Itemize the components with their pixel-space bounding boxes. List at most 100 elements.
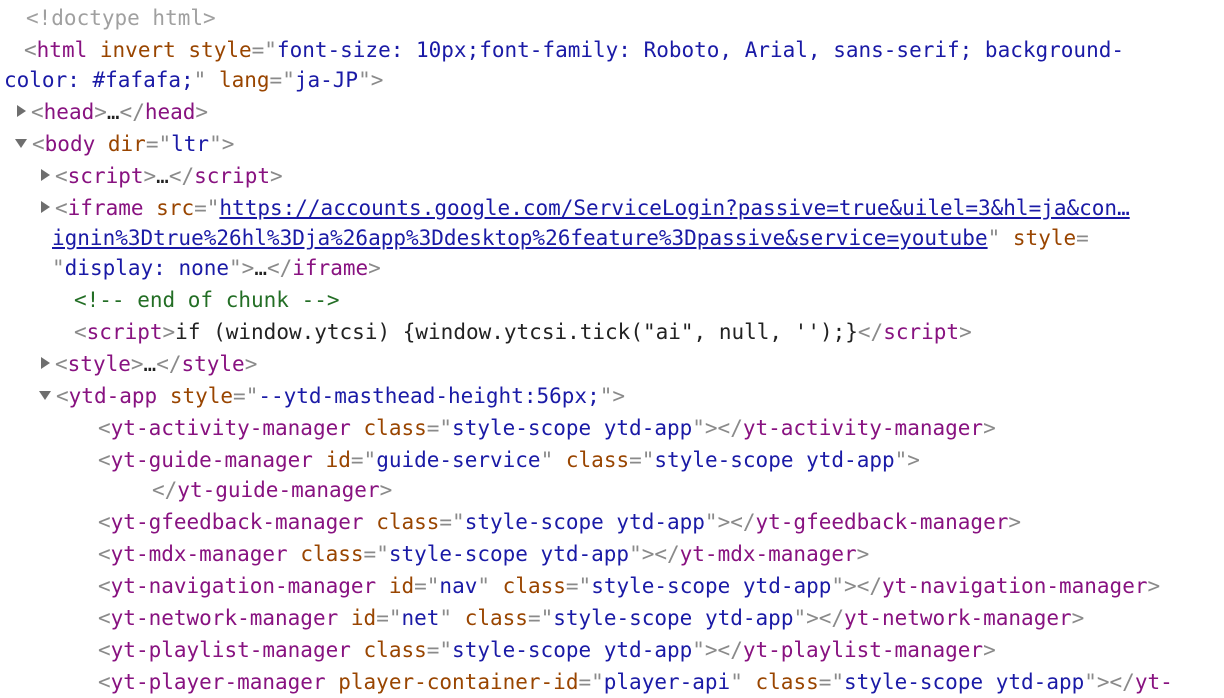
expand-triangle-down-icon[interactable] <box>39 390 51 400</box>
dom-node-row[interactable]: <yt-mdx-manager class="style-scope ytd-a… <box>98 538 869 570</box>
punctuation: " <box>987 226 1001 250</box>
text-content <box>452 606 465 630</box>
tag-name: yt-mdx-manager <box>110 542 288 566</box>
punctuation: > <box>195 100 209 124</box>
punctuation: > <box>983 416 996 440</box>
dom-node-row[interactable]: <script>if (window.ytcsi) {window.ytcsi.… <box>74 316 972 348</box>
punctuation: > <box>130 352 144 376</box>
punctuation: < <box>98 574 111 598</box>
punctuation: </ <box>152 478 178 502</box>
tag-name: yt-mdx-manager <box>679 542 857 566</box>
punctuation: " <box>477 574 491 598</box>
text-content <box>364 510 377 534</box>
dom-node-row[interactable]: color: #fafafa;" lang="ja-JP"> <box>4 64 383 96</box>
attribute-value: style-scope ytd-app <box>553 606 794 630</box>
punctuation: > <box>244 352 258 376</box>
punctuation: " <box>730 670 743 694</box>
collapse-triangle-right-icon[interactable] <box>41 201 50 213</box>
tag-name: yt-navigation-manager <box>881 574 1148 598</box>
tag-name: style <box>181 352 245 376</box>
dom-node-row[interactable]: <yt-guide-manager id="guide-service" cla… <box>98 444 920 476</box>
dom-node-row[interactable]: <html invert style="font-size: 10px;font… <box>24 34 1124 66</box>
punctuation: </ <box>168 164 195 188</box>
dom-node-row[interactable]: <style>…</style> <box>41 348 257 380</box>
dom-node-row[interactable]: <ytd-app style="--ytd-masthead-height:56… <box>39 380 625 412</box>
punctuation: < <box>98 542 111 566</box>
attribute-value: player-api <box>603 670 731 694</box>
dom-node-row[interactable]: ignin%3Dtrue%26hl%3Dja%26app%3Ddesktop%2… <box>52 222 1089 254</box>
punctuation: =" <box>565 574 592 598</box>
attribute-value: style-scope ytd-app <box>464 510 705 534</box>
tag-name: yt-activity-manager <box>742 416 984 440</box>
attribute-name: lang <box>218 68 270 92</box>
tag-name: iframe <box>67 196 144 220</box>
punctuation: </ <box>156 352 182 376</box>
text-content: … <box>254 256 267 280</box>
attribute-value: display: none <box>64 256 230 280</box>
attribute-value: style-scope ytd-app <box>388 542 630 566</box>
dom-node-row[interactable]: <yt-activity-manager class="style-scope … <box>98 412 996 444</box>
doctype: <!doctype html> <box>26 6 216 30</box>
dom-node-row[interactable]: <body dir="ltr"> <box>15 128 234 160</box>
dom-node-row[interactable]: <yt-player-manager player-container-id="… <box>98 666 1173 698</box>
dom-node-row[interactable]: </yt-guide-manager> <box>152 474 392 506</box>
punctuation: = <box>1076 226 1089 250</box>
punctuation: " <box>439 606 453 630</box>
dom-node-row[interactable]: <yt-network-manager id="net" class="styl… <box>98 602 1084 634</box>
dom-node-row[interactable]: <yt-playlist-manager class="style-scope … <box>98 634 996 666</box>
punctuation: > <box>959 320 972 344</box>
punctuation: " <box>193 68 207 92</box>
punctuation: " <box>52 256 65 280</box>
dom-node-row[interactable]: <head>…</head> <box>17 96 208 128</box>
text-content <box>157 384 170 408</box>
punctuation: "></ <box>629 542 680 566</box>
punctuation: =" <box>426 416 453 440</box>
text-content <box>338 606 351 630</box>
url-link[interactable]: https://accounts.google.com/ServiceLogin… <box>219 196 1129 220</box>
tag-name: yt-gfeedback-manager <box>110 510 364 534</box>
collapse-triangle-right-icon[interactable] <box>41 357 50 369</box>
punctuation: > <box>94 100 107 124</box>
dom-node-row[interactable]: <!-- end of chunk --> <box>74 284 340 316</box>
punctuation: < <box>55 352 68 376</box>
punctuation: < <box>98 448 111 472</box>
punctuation: =" <box>578 670 604 694</box>
text-content <box>351 638 364 662</box>
tag-name: yt-guide-manager <box>110 448 313 472</box>
punctuation: < <box>56 384 69 408</box>
punctuation: =" <box>414 574 440 598</box>
collapse-triangle-right-icon[interactable] <box>41 169 50 181</box>
expand-triangle-down-icon[interactable] <box>15 138 27 148</box>
punctuation: < <box>32 132 45 156</box>
dom-node-row[interactable]: "display: none">…</iframe> <box>52 252 381 284</box>
text-content <box>1000 226 1013 250</box>
tag-name: yt-playlist-manager <box>110 638 351 662</box>
dom-node-row[interactable]: <!doctype html> <box>26 2 216 34</box>
tag-name: yt- <box>1134 670 1173 694</box>
dom-node-row[interactable]: <script>…</script> <box>41 160 283 192</box>
tag-name: ytd-app <box>68 384 158 408</box>
punctuation: < <box>55 196 68 220</box>
punctuation: < <box>31 100 44 124</box>
punctuation: > <box>269 164 283 188</box>
punctuation: < <box>24 38 37 62</box>
attribute-name: class <box>565 448 630 472</box>
text-content <box>144 196 157 220</box>
attribute-name: class <box>755 670 819 694</box>
dom-node-row[interactable]: <iframe src="https://accounts.google.com… <box>41 192 1130 224</box>
text-content <box>95 132 108 156</box>
url-link[interactable]: ignin%3Dtrue%26hl%3Dja%26app%3Ddesktop%2… <box>52 226 988 250</box>
tag-name: iframe <box>292 256 369 280</box>
attribute-name: player-container-id <box>338 670 579 694</box>
punctuation: =" <box>376 606 402 630</box>
attribute-name: class <box>300 542 364 566</box>
punctuation: </ <box>119 100 145 124</box>
collapse-triangle-right-icon[interactable] <box>17 105 26 117</box>
text-content <box>743 670 756 694</box>
punctuation: =" <box>439 510 465 534</box>
dom-node-row[interactable]: <yt-navigation-manager id="nav" class="s… <box>98 570 1160 602</box>
attribute-name: style <box>188 38 252 62</box>
punctuation: </ <box>266 256 293 280</box>
dom-node-row[interactable]: <yt-gfeedback-manager class="style-scope… <box>98 506 1021 538</box>
attribute-name: id <box>388 574 415 598</box>
